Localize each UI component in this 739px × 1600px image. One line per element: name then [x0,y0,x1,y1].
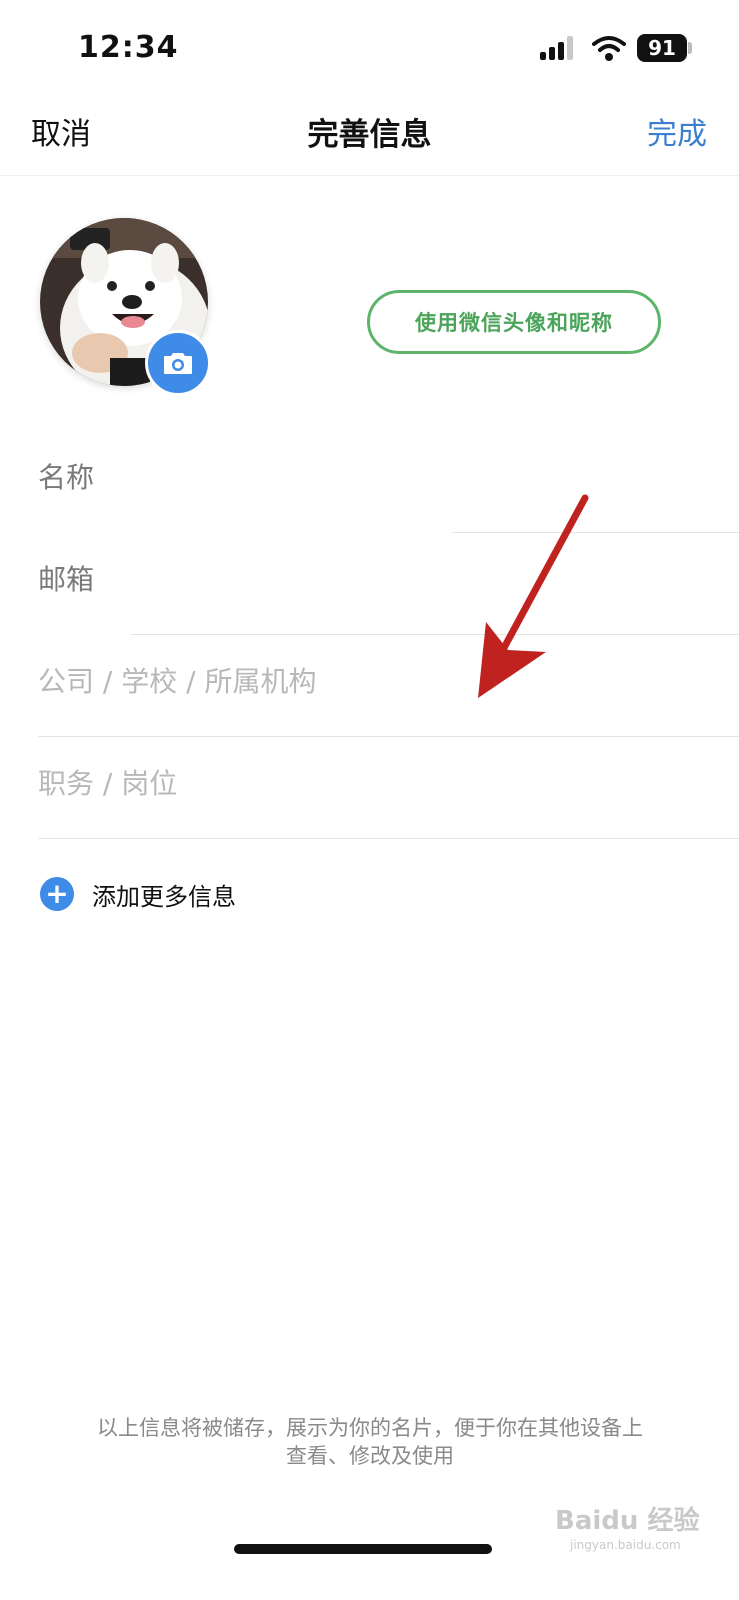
position-field[interactable]: 职务 / 岗位 [38,736,739,839]
name-field[interactable]: 名称 [38,430,739,533]
avatar-container[interactable] [40,218,212,396]
divider [38,838,739,839]
footer-note-line-1: 以上信息将被储存，展示为你的名片，便于你在其他设备上 [97,1416,643,1440]
status-time: 12:34 [78,30,179,65]
battery-tip [688,42,692,54]
wifi-icon [592,36,626,61]
organization-field-placeholder: 公司 / 学校 / 所属机构 [38,665,317,698]
annotation-arrow-icon [478,494,589,698]
use-wechat-avatar-button[interactable]: 使用微信头像和昵称 [367,290,661,354]
page-title: 完善信息 [307,117,432,153]
footer-note: 以上信息将被储存，展示为你的名片，便于你在其他设备上 查看、修改及使用 [60,1414,680,1470]
add-more-info-button[interactable]: + 添加更多信息 [40,874,236,914]
plus-circle-icon: + [40,877,74,911]
change-avatar-camera-button[interactable] [145,330,211,396]
navigation-bar: 取消 完善信息 完成 [0,95,739,176]
battery-level: 91 [637,34,687,62]
organization-field[interactable]: 公司 / 学校 / 所属机构 [38,634,739,737]
position-field-placeholder: 职务 / 岗位 [38,767,178,800]
email-field[interactable]: 邮箱 [38,532,739,635]
camera-icon [164,353,192,374]
cellular-signal-icon [540,36,574,60]
status-bar: 12:34 91 [0,0,739,95]
baidu-watermark: Baidu 经验 [555,1506,700,1536]
baidu-watermark-url: jingyan.baidu.com [570,1538,681,1552]
name-field-label: 名称 [38,461,95,494]
add-more-info-label: 添加更多信息 [92,882,236,911]
footer-note-line-2: 查看、修改及使用 [286,1444,454,1468]
email-field-label: 邮箱 [38,563,95,596]
home-indicator[interactable] [234,1544,492,1554]
done-button[interactable]: 完成 [647,109,707,153]
